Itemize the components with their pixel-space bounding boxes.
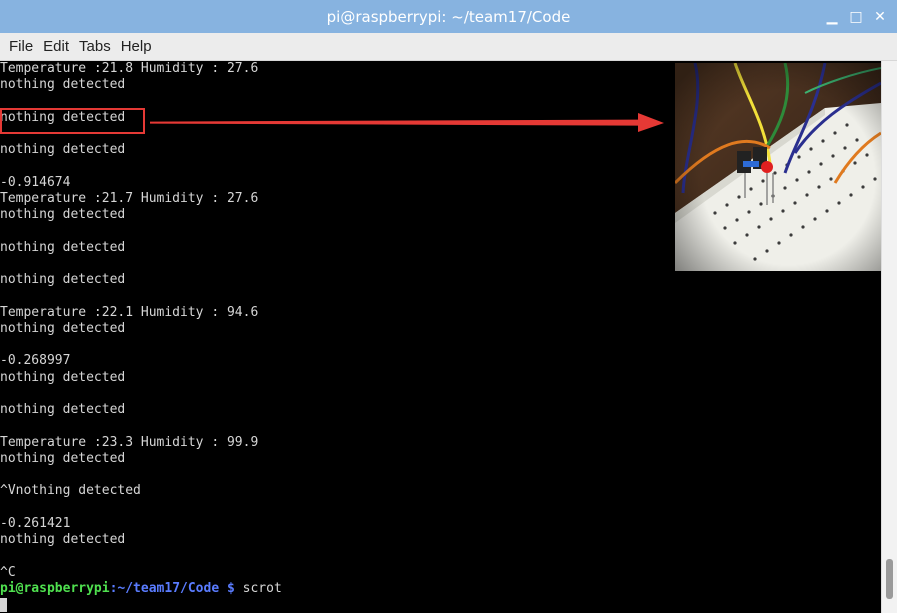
menu-help[interactable]: Help	[121, 36, 152, 57]
menu-bar: File Edit Tabs Help	[0, 33, 897, 61]
terminal-line: -0.268997	[0, 353, 71, 368]
terminal-line: -0.261421	[0, 516, 71, 531]
terminal-line: nothing detected	[0, 240, 126, 255]
terminal-line: Temperature :22.1 Humidity : 94.6	[0, 305, 259, 320]
text-cursor	[0, 597, 7, 612]
terminal-line: Temperature :23.3 Humidity : 99.9	[0, 435, 259, 450]
breadboard-photo	[675, 63, 881, 271]
close-icon[interactable]: ✕	[868, 0, 892, 33]
menu-file[interactable]: File	[9, 36, 33, 57]
terminal-line: nothing detected	[0, 532, 126, 547]
terminal-line: nothing detected	[0, 402, 126, 417]
terminal-line: nothing detected	[0, 321, 126, 336]
window-titlebar[interactable]: pi@raspberrypi: ~/team17/Code ▁ □ ✕	[0, 0, 897, 33]
terminal-line: nothing detected	[0, 77, 126, 92]
maximize-icon[interactable]: □	[844, 0, 868, 33]
minimize-icon[interactable]: ▁	[820, 0, 844, 33]
menu-edit[interactable]: Edit	[43, 36, 69, 57]
prompt-user: pi@raspberrypi	[0, 581, 110, 596]
vertical-scrollbar[interactable]	[881, 61, 897, 613]
cursor-line	[0, 597, 7, 613]
terminal-line: Temperature :21.8 Humidity : 27.6	[0, 61, 259, 76]
prompt-path: :~/team17/Code $	[109, 581, 235, 596]
menu-tabs[interactable]: Tabs	[79, 36, 111, 57]
terminal-output[interactable]: Temperature :21.8 Humidity : 27.6 nothin…	[0, 61, 881, 613]
scrollbar-thumb[interactable]	[886, 559, 893, 599]
terminal-line: nothing detected	[0, 142, 126, 157]
window-title: pi@raspberrypi: ~/team17/Code	[326, 7, 571, 26]
terminal-line: nothing detected	[0, 207, 126, 222]
terminal-line: ^Vnothing detected	[0, 483, 141, 498]
terminal-line: nothing detected	[0, 451, 126, 466]
highlight-annotation-box	[0, 108, 145, 134]
prompt-command: scrot	[234, 581, 282, 596]
terminal-line: nothing detected	[0, 272, 126, 287]
shell-prompt: pi@raspberrypi:~/team17/Code $ scrot	[0, 581, 282, 597]
annotation-arrow-icon	[150, 113, 664, 132]
terminal-line: Temperature :21.7 Humidity : 27.6	[0, 191, 259, 206]
terminal-line: nothing detected	[0, 370, 126, 385]
terminal-line: ^C	[0, 565, 16, 580]
terminal-line: -0.914674	[0, 175, 71, 190]
